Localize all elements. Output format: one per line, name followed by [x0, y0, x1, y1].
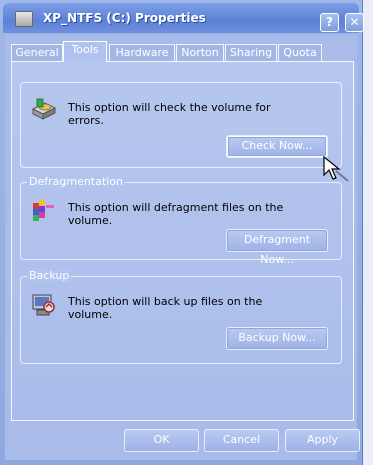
tab-general[interactable]: General	[11, 44, 63, 61]
drive-icon	[31, 98, 57, 120]
close-button[interactable]: ✕	[345, 13, 364, 32]
desktop-backdrop	[362, 0, 373, 465]
defragmentation-group-title: Defragmentation	[27, 175, 125, 188]
help-button[interactable]: ?	[320, 13, 339, 32]
tab-hardware[interactable]: Hardware	[109, 44, 175, 61]
properties-dialog: XP_NTFS (C:) Properties ? ✕ General Tool…	[0, 0, 364, 465]
backup-icon	[32, 294, 55, 316]
defragment-icon	[33, 200, 54, 221]
error-checking-group: This option will check the volume for er…	[20, 82, 342, 168]
defragment-description: This option will defragment files on the…	[68, 201, 284, 227]
cancel-button[interactable]: Cancel	[204, 429, 279, 452]
backup-description: This option will back up files on the vo…	[68, 295, 263, 321]
backup-now-button[interactable]: Backup Now...	[226, 327, 328, 350]
defragmentation-group: Defragmentation This option will defragm…	[20, 175, 342, 266]
tab-quota[interactable]: Quota	[278, 44, 322, 61]
defragment-now-button[interactable]: Defragment Now...	[226, 229, 328, 266]
drive-title-icon	[15, 11, 33, 27]
pointer-cursor-icon	[323, 155, 349, 182]
window-title: XP_NTFS (C:) Properties	[43, 11, 206, 25]
screen: XP_NTFS (C:) Properties ? ✕ General Tool…	[0, 0, 373, 465]
tab-tools[interactable]: Tools	[63, 41, 107, 62]
tools-tab-panel: This option will check the volume for er…	[11, 61, 354, 421]
tab-sharing[interactable]: Sharing	[225, 44, 277, 61]
check-now-button[interactable]: Check Now...	[226, 135, 328, 158]
dialog-client-area: General Tools Hardware Norton Sharing Qu…	[5, 35, 360, 460]
apply-button[interactable]: Apply	[285, 429, 360, 452]
backup-group: Backup This option will back up files on…	[20, 269, 342, 364]
backup-group-title: Backup	[27, 269, 72, 282]
error-check-description: This option will check the volume for er…	[68, 101, 271, 127]
tab-norton[interactable]: Norton	[176, 44, 224, 61]
ok-button[interactable]: OK	[124, 429, 199, 452]
title-bar[interactable]: XP_NTFS (C:) Properties ? ✕	[3, 3, 364, 33]
